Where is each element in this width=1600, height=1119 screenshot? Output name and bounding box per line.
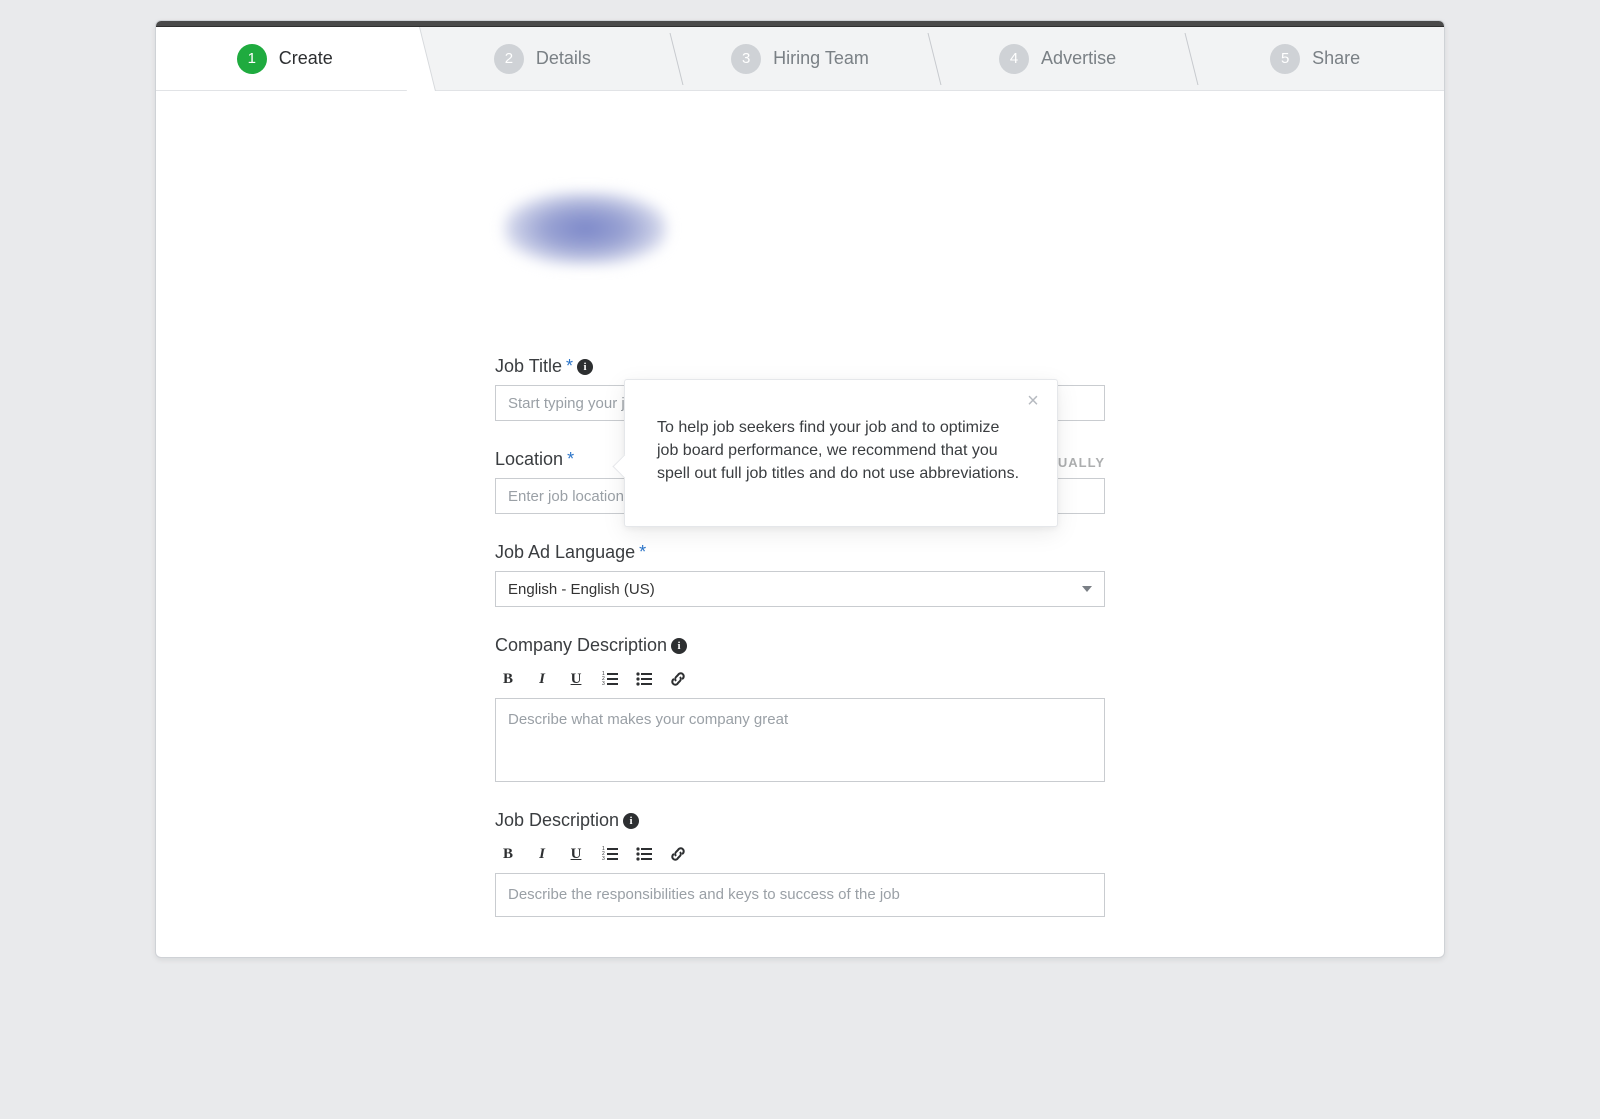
company-logo-redacted [503, 191, 668, 266]
step-number: 3 [731, 44, 761, 74]
company-description-label: Company Description [495, 635, 667, 656]
unordered-list-button[interactable] [635, 670, 653, 688]
job-title-tooltip: × To help job seekers find your job and … [624, 379, 1058, 527]
info-icon[interactable]: i [623, 813, 639, 829]
step-details[interactable]: 2 Details [414, 27, 672, 90]
field-company-description: Company Description i B I U 123 [495, 635, 1105, 782]
step-number: 2 [494, 44, 524, 74]
field-job-description: Job Description i B I U 123 [495, 810, 1105, 917]
required-mark: * [639, 542, 646, 563]
required-mark: * [566, 356, 573, 377]
location-label: Location [495, 449, 563, 470]
ordered-list-button[interactable]: 123 [601, 845, 619, 863]
link-button[interactable] [669, 670, 687, 688]
unordered-list-button[interactable] [635, 845, 653, 863]
job-title-label: Job Title [495, 356, 562, 377]
link-button[interactable] [669, 845, 687, 863]
step-share[interactable]: 5 Share [1186, 27, 1444, 90]
step-create[interactable]: 1 Create [156, 27, 414, 90]
step-hiring-team[interactable]: 3 Hiring Team [671, 27, 929, 90]
tooltip-text: To help job seekers find your job and to… [657, 416, 1025, 486]
company-description-editor[interactable]: Describe what makes your company great [495, 698, 1105, 782]
job-description-editor[interactable]: Describe the responsibilities and keys t… [495, 873, 1105, 917]
info-icon[interactable]: i [577, 359, 593, 375]
step-number: 5 [1270, 44, 1300, 74]
step-number: 4 [999, 44, 1029, 74]
italic-button[interactable]: I [533, 670, 551, 688]
step-label: Hiring Team [773, 48, 869, 69]
svg-text:3: 3 [602, 856, 605, 862]
step-number: 1 [237, 44, 267, 74]
underline-button[interactable]: U [567, 670, 585, 688]
app-window: 1 Create 2 Details 3 Hiring Team 4 Adver… [155, 20, 1445, 958]
bold-button[interactable]: B [499, 670, 517, 688]
underline-button[interactable]: U [567, 845, 585, 863]
editor-toolbar: B I U 123 [495, 664, 1105, 698]
language-selected-value: English - English (US) [508, 581, 655, 598]
ordered-list-button[interactable]: 123 [601, 670, 619, 688]
job-description-label: Job Description [495, 810, 619, 831]
step-label: Create [279, 48, 333, 69]
language-label: Job Ad Language [495, 542, 635, 563]
language-select[interactable]: English - English (US) [495, 571, 1105, 607]
form-content: Job Title * i Location * ENTER LOCATION … [156, 91, 1444, 957]
step-label: Details [536, 48, 591, 69]
step-advertise[interactable]: 4 Advertise [929, 27, 1187, 90]
svg-text:3: 3 [602, 681, 605, 687]
field-job-ad-language: Job Ad Language * English - English (US) [495, 542, 1105, 607]
close-icon[interactable]: × [1023, 392, 1043, 412]
required-mark: * [567, 449, 574, 470]
step-label: Advertise [1041, 48, 1116, 69]
editor-toolbar: B I U 123 [495, 839, 1105, 873]
italic-button[interactable]: I [533, 845, 551, 863]
bold-button[interactable]: B [499, 845, 517, 863]
step-label: Share [1312, 48, 1360, 69]
chevron-down-icon [1082, 586, 1092, 592]
wizard-steps: 1 Create 2 Details 3 Hiring Team 4 Adver… [156, 27, 1444, 91]
info-icon[interactable]: i [671, 638, 687, 654]
